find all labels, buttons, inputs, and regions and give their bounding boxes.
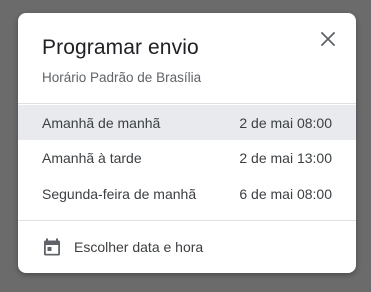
option-tomorrow-morning[interactable]: Amanhã de manhã 2 de mai 08:00 bbox=[18, 105, 356, 140]
pick-date-time-button[interactable]: Escolher data e hora bbox=[18, 229, 356, 265]
schedule-send-dialog: Programar envio Horário Padrão de Brasíl… bbox=[18, 13, 356, 273]
close-button[interactable] bbox=[316, 27, 340, 51]
pick-date-time-label: Escolher data e hora bbox=[74, 239, 204, 255]
option-monday-morning[interactable]: Segunda-feira de manhã 6 de mai 08:00 bbox=[18, 176, 356, 211]
option-time: 6 de mai 08:00 bbox=[239, 185, 332, 202]
option-label: Amanhã de manhã bbox=[42, 114, 161, 131]
header-divider bbox=[18, 103, 356, 104]
option-time: 2 de mai 13:00 bbox=[239, 149, 332, 166]
dialog-title: Programar envio bbox=[42, 36, 199, 59]
option-label: Segunda-feira de manhã bbox=[42, 185, 197, 202]
footer-divider bbox=[18, 220, 356, 221]
calendar-icon bbox=[42, 237, 62, 257]
option-time: 2 de mai 08:00 bbox=[239, 114, 332, 131]
timezone-label: Horário Padrão de Brasília bbox=[42, 70, 202, 85]
close-icon bbox=[321, 32, 335, 46]
option-tomorrow-afternoon[interactable]: Amanhã à tarde 2 de mai 13:00 bbox=[18, 140, 356, 175]
option-label: Amanhã à tarde bbox=[42, 149, 142, 166]
